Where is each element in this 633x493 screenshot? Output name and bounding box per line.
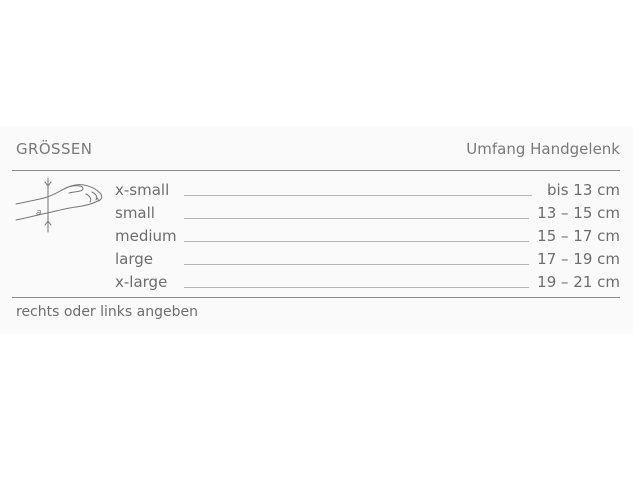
header-divider <box>12 170 620 171</box>
size-row-x-small: x-small bis 13 cm <box>115 177 620 200</box>
size-row-large: large 17 – 19 cm <box>115 246 620 269</box>
dotted-leader <box>184 287 530 288</box>
size-label: small <box>115 204 155 222</box>
dotted-leader <box>184 195 532 196</box>
side-note: rechts oder links angeben <box>16 304 198 320</box>
size-label: medium <box>115 227 177 245</box>
size-range: 19 – 21 cm <box>537 273 620 291</box>
wrist-circumference-header: Umfang Handgelenk <box>466 140 620 158</box>
wrist-measurement-icon <box>14 176 114 240</box>
measurement-marker-label: a <box>36 208 42 218</box>
size-label: x-small <box>115 181 170 199</box>
size-range: 15 – 17 cm <box>537 227 620 245</box>
size-label: x-large <box>115 273 168 291</box>
size-row-medium: medium 15 – 17 cm <box>115 223 620 246</box>
dotted-leader <box>184 218 530 219</box>
size-row-x-large: x-large 19 – 21 cm <box>115 269 620 292</box>
dotted-leader <box>184 264 530 265</box>
size-row-small: small 13 – 15 cm <box>115 200 620 223</box>
footer-divider <box>12 297 620 298</box>
size-range: 13 – 15 cm <box>537 204 620 222</box>
size-list: x-small bis 13 cm small 13 – 15 cm mediu… <box>115 177 620 292</box>
size-chart-title: GRÖSSEN <box>16 140 93 158</box>
dotted-leader <box>184 241 530 242</box>
size-range: 17 – 19 cm <box>537 250 620 268</box>
size-label: large <box>115 250 154 268</box>
size-range: bis 13 cm <box>547 181 620 199</box>
